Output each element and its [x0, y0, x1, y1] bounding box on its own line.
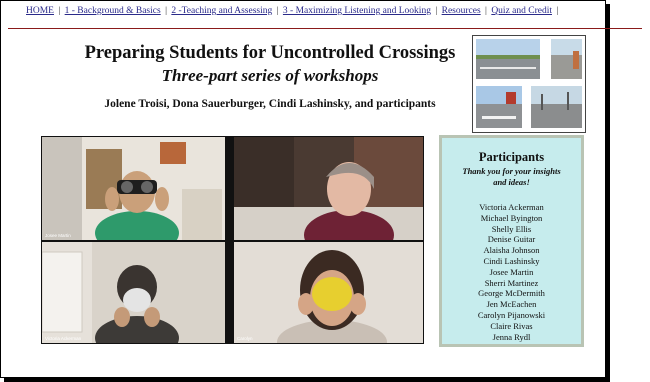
participant-name: Jenna Rydl: [492, 331, 531, 342]
frame-shadow-bottom: [4, 378, 610, 382]
participants-list: Victoria Ackerman Michael Byington Shell…: [442, 202, 581, 342]
participant-name: Claire Rivas: [490, 320, 533, 331]
crossings-photo-collage[interactable]: [472, 35, 586, 133]
nav-separator: |: [556, 6, 559, 16]
participant-name: Victoria Ackerman: [479, 202, 544, 212]
participants-panel: Participants Thank you for your insights…: [439, 135, 584, 347]
participant-name: Jen McEachen: [486, 299, 537, 310]
nav-separator: |: [435, 6, 438, 16]
nav-link-resources[interactable]: Resources: [442, 6, 481, 16]
nav-link-teaching[interactable]: 2 -Teaching and Assessing: [171, 6, 272, 16]
participants-title: Participants: [478, 150, 545, 164]
participants-thanks-line: and ideas!: [493, 177, 530, 187]
nav-separator: |: [485, 6, 487, 16]
participant-name: George McDermith: [478, 288, 545, 299]
nav-link-background[interactable]: 1 - Background & Basics: [65, 6, 161, 16]
participant-name: Michael Byington: [480, 212, 543, 223]
participant-name: Shelly Ellis: [491, 223, 532, 234]
nav-separator: |: [276, 6, 279, 16]
participant-name: Josee Martin: [489, 266, 534, 277]
participant-name-label: Victoria Ackerman: [45, 336, 82, 341]
authors-line: Jolene Troisi, Dona Sauerburger, Cindi L…: [104, 98, 436, 110]
crossing-photo-2: [551, 39, 582, 79]
nav-link-home[interactable]: HOME: [26, 6, 54, 16]
page-subtitle: Three-part series of workshops: [161, 66, 379, 85]
participant-name: Sherri Martinez: [484, 277, 539, 288]
zoom-video-grid: Josee Martin Victoria Ackerman Carolyn: [41, 136, 424, 344]
crossing-photo-1: [476, 39, 540, 79]
participant-name-label: Carolyn: [237, 336, 253, 341]
participant-name: Denise Guitar: [487, 234, 536, 245]
participant-name: Cindi Lashinsky: [483, 255, 540, 266]
page-title: Preparing Students for Uncontrolled Cros…: [84, 43, 456, 63]
header-rule: [8, 28, 642, 29]
nav-link-quiz[interactable]: Quiz and Credit: [491, 6, 552, 16]
participants-thanks-line: Thank you for your insights: [462, 166, 561, 176]
nav-link-listening[interactable]: 3 - Maximizing Listening and Looking: [283, 6, 431, 16]
participant-name-label: Josee Martin: [45, 233, 71, 238]
video-tile-4: Carolyn: [234, 242, 423, 343]
top-navigation: HOME | 1 - Background & Basics | 2 -Teac…: [26, 6, 560, 16]
video-tile-1: Josee Martin: [42, 137, 225, 240]
participant-name: Carolyn Pijanowski: [477, 309, 546, 320]
frame-shadow-right: [606, 4, 610, 382]
nav-separator: |: [165, 6, 167, 16]
participant-name: Alaisha Johnson: [483, 245, 540, 256]
crossing-photo-3: [476, 86, 522, 128]
crossing-photo-4: [531, 86, 582, 128]
video-tile-2: [234, 137, 423, 240]
participants-thanks: Thank you for your insights and ideas!: [442, 166, 581, 188]
video-tile-3: Victoria Ackerman: [42, 242, 225, 343]
nav-separator: |: [58, 6, 61, 16]
